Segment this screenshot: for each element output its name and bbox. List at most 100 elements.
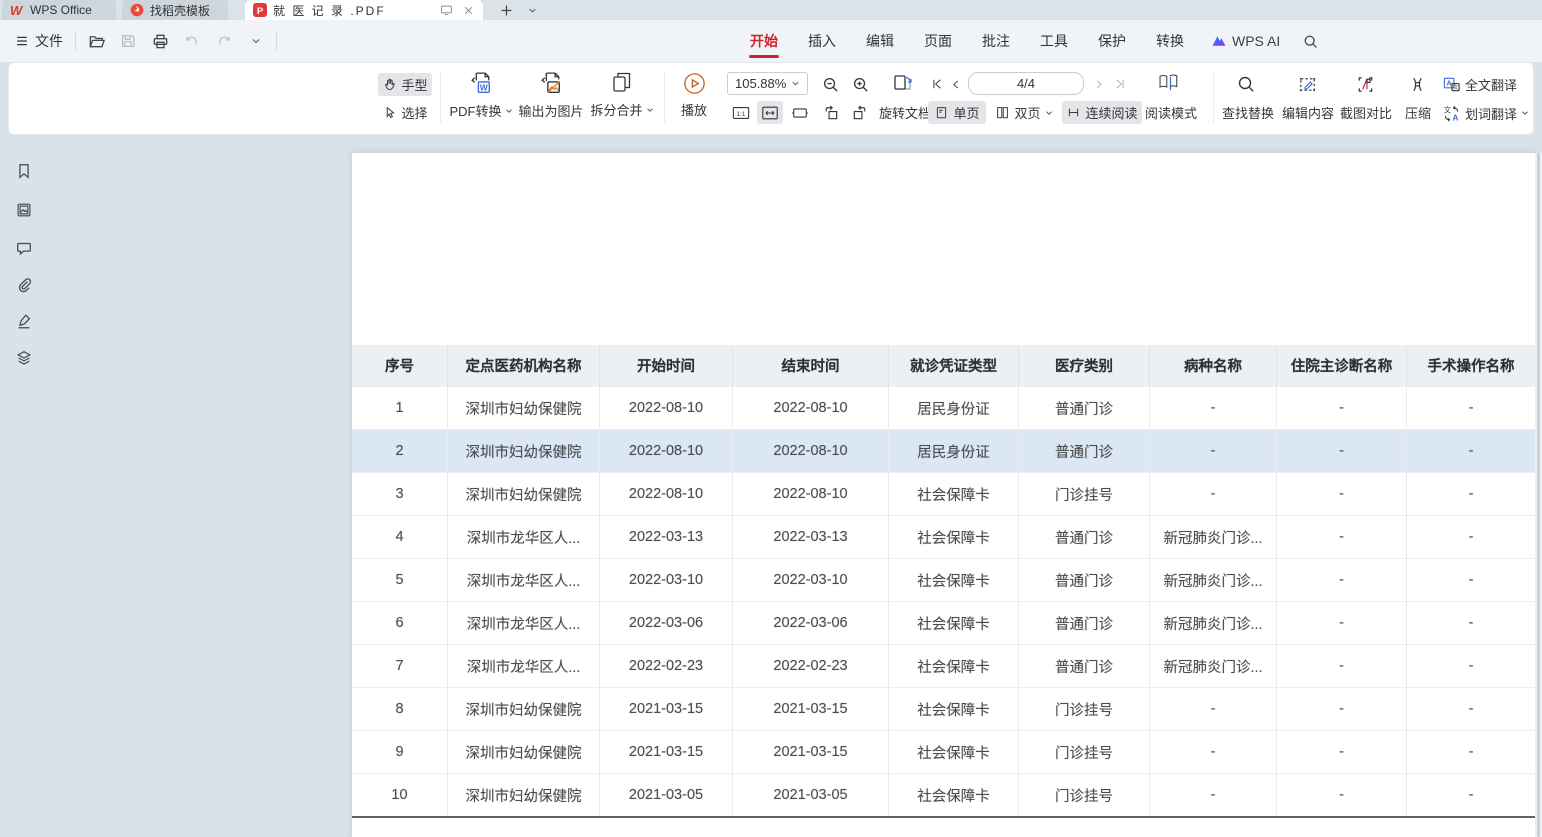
table-cell: 2021-03-15 [733,731,889,773]
zoom-in-button[interactable] [848,72,872,96]
undo-icon [183,32,201,50]
word-translate-button[interactable]: 文A 划词翻译 [1442,103,1529,123]
file-menu-button[interactable]: 文件 [10,31,67,51]
new-tab-button[interactable] [496,0,516,20]
menu-insert[interactable]: 插入 [793,20,851,62]
undo-button[interactable] [180,29,204,53]
search-icon [1302,33,1319,50]
attachments-panel-button[interactable] [13,274,35,296]
menu-convert[interactable]: 转换 [1141,20,1199,62]
wps-ai-button[interactable]: WPS AI [1199,33,1292,49]
menu-search-button[interactable] [1302,33,1319,50]
save-button[interactable] [116,29,140,53]
single-page-view-button[interactable]: 单页 [928,101,986,124]
last-page-button[interactable] [1111,72,1129,96]
tab-label: 找稻壳模板 [150,2,210,19]
play-icon [682,71,707,96]
tab-document-active[interactable]: P 就 医 记 录 .PDF [245,0,483,20]
double-page-view-button[interactable]: 双页 [992,101,1056,124]
menu-protect[interactable]: 保护 [1083,20,1141,62]
find-replace-button[interactable]: 查找替换 [1220,101,1276,124]
actual-size-button[interactable]: 1:1 [729,101,753,124]
table-cell: 3 [352,473,448,515]
continuous-reading-icon [1066,105,1081,120]
vertical-scrollbar[interactable] [1535,153,1542,837]
scrollbar-thumb[interactable] [1537,153,1540,837]
first-page-button[interactable] [928,72,946,96]
zoom-level-dropdown[interactable]: 105.88% [727,72,808,95]
table-cell: 深圳市龙华区人... [448,559,600,601]
word-translate-icon: 文A [1442,104,1461,123]
signature-panel-button[interactable] [13,310,35,332]
rotate-right-button[interactable] [848,101,872,124]
table-cell: - [1407,688,1535,730]
edit-content-button[interactable]: 编辑内容 [1280,101,1336,124]
table-row: 10深圳市妇幼保健院2021-03-052021-03-05社会保障卡门诊挂号-… [352,773,1535,816]
fit-page-button[interactable] [788,101,812,124]
rotate-left-button[interactable] [818,101,842,124]
redo-icon [215,32,233,50]
layers-panel-button[interactable] [13,347,35,369]
table-cell: 深圳市龙华区人... [448,602,600,644]
continuous-reading-button[interactable]: 连续阅读 [1062,101,1142,124]
find-replace-icon-button[interactable] [1233,72,1259,96]
comments-panel-button[interactable] [13,237,35,259]
next-page-button[interactable] [1091,72,1107,96]
play-button[interactable]: 播放 [674,71,714,119]
fit-width-button[interactable] [757,101,783,124]
page-indicator-input[interactable]: 4/4 [968,72,1084,95]
table-cell: 10 [352,774,448,816]
read-mode-icon-button[interactable] [1152,70,1188,98]
monitor-icon[interactable] [439,3,454,17]
zoom-out-button[interactable] [818,72,842,96]
open-file-button[interactable] [84,29,108,53]
previous-page-button[interactable] [948,72,964,96]
tab-docer-templates[interactable]: 找稻壳模板 [122,0,228,20]
menu-tools[interactable]: 工具 [1025,20,1083,62]
bookmark-icon [15,162,33,180]
rotate-document-label: 旋转文档 [879,103,931,122]
screenshot-compare-icon-button[interactable] [1352,72,1378,96]
edit-content-icon-button[interactable] [1294,72,1320,96]
table-cell: - [1150,731,1277,773]
qat-customize-chevron[interactable] [244,29,268,53]
table-cell: 深圳市龙华区人... [448,516,600,558]
menu-edit[interactable]: 编辑 [851,20,909,62]
paperclip-icon [15,276,33,294]
pdf-convert-button[interactable]: W PDF转换 [446,70,516,120]
bookmarks-panel-button[interactable] [13,160,35,182]
print-button[interactable] [148,29,172,53]
hand-tool-button[interactable]: 手型 [378,73,432,96]
ribbon-divider [1213,73,1214,123]
export-as-image-button[interactable]: 输出为图片 [515,70,587,120]
split-merge-button[interactable]: 拆分合并 [586,70,658,119]
menu-comment[interactable]: 批注 [967,20,1025,62]
export-image-icon [538,70,565,97]
wps-logo-icon: W [10,3,24,17]
tab-wps-office[interactable]: W WPS Office [2,0,116,20]
header-cell: 定点医药机构名称 [448,345,600,386]
read-mode-button[interactable]: 阅读模式 [1142,101,1200,124]
table-cell: 普通门诊 [1019,387,1150,429]
thumbnails-panel-button[interactable] [13,199,35,221]
pdf-file-icon: P [253,3,267,17]
tab-list-chevron-icon[interactable] [522,0,542,20]
screenshot-compare-button[interactable]: 截图对比 [1338,101,1394,124]
compress-icon-button[interactable] [1404,72,1430,96]
menu-home[interactable]: 开始 [735,20,793,62]
menu-page[interactable]: 页面 [909,20,967,62]
compress-button[interactable]: 压缩 [1403,101,1433,124]
rotate-document-icon-button[interactable] [888,70,918,98]
close-tab-icon[interactable] [462,4,475,17]
header-cell: 开始时间 [600,345,733,386]
select-tool-button[interactable]: 选择 [378,101,432,124]
rotate-document-button[interactable]: 旋转文档 [876,101,934,124]
page-indicator-value: 4/4 [1017,76,1035,91]
table-cell: - [1277,645,1407,687]
table-cell: 新冠肺炎门诊... [1150,516,1277,558]
table-cell: 2021-03-15 [733,688,889,730]
redo-button[interactable] [212,29,236,53]
table-cell: 2022-08-10 [600,430,733,472]
full-text-translate-button[interactable]: A文 全文翻译 [1442,74,1517,94]
table-cell: 9 [352,731,448,773]
